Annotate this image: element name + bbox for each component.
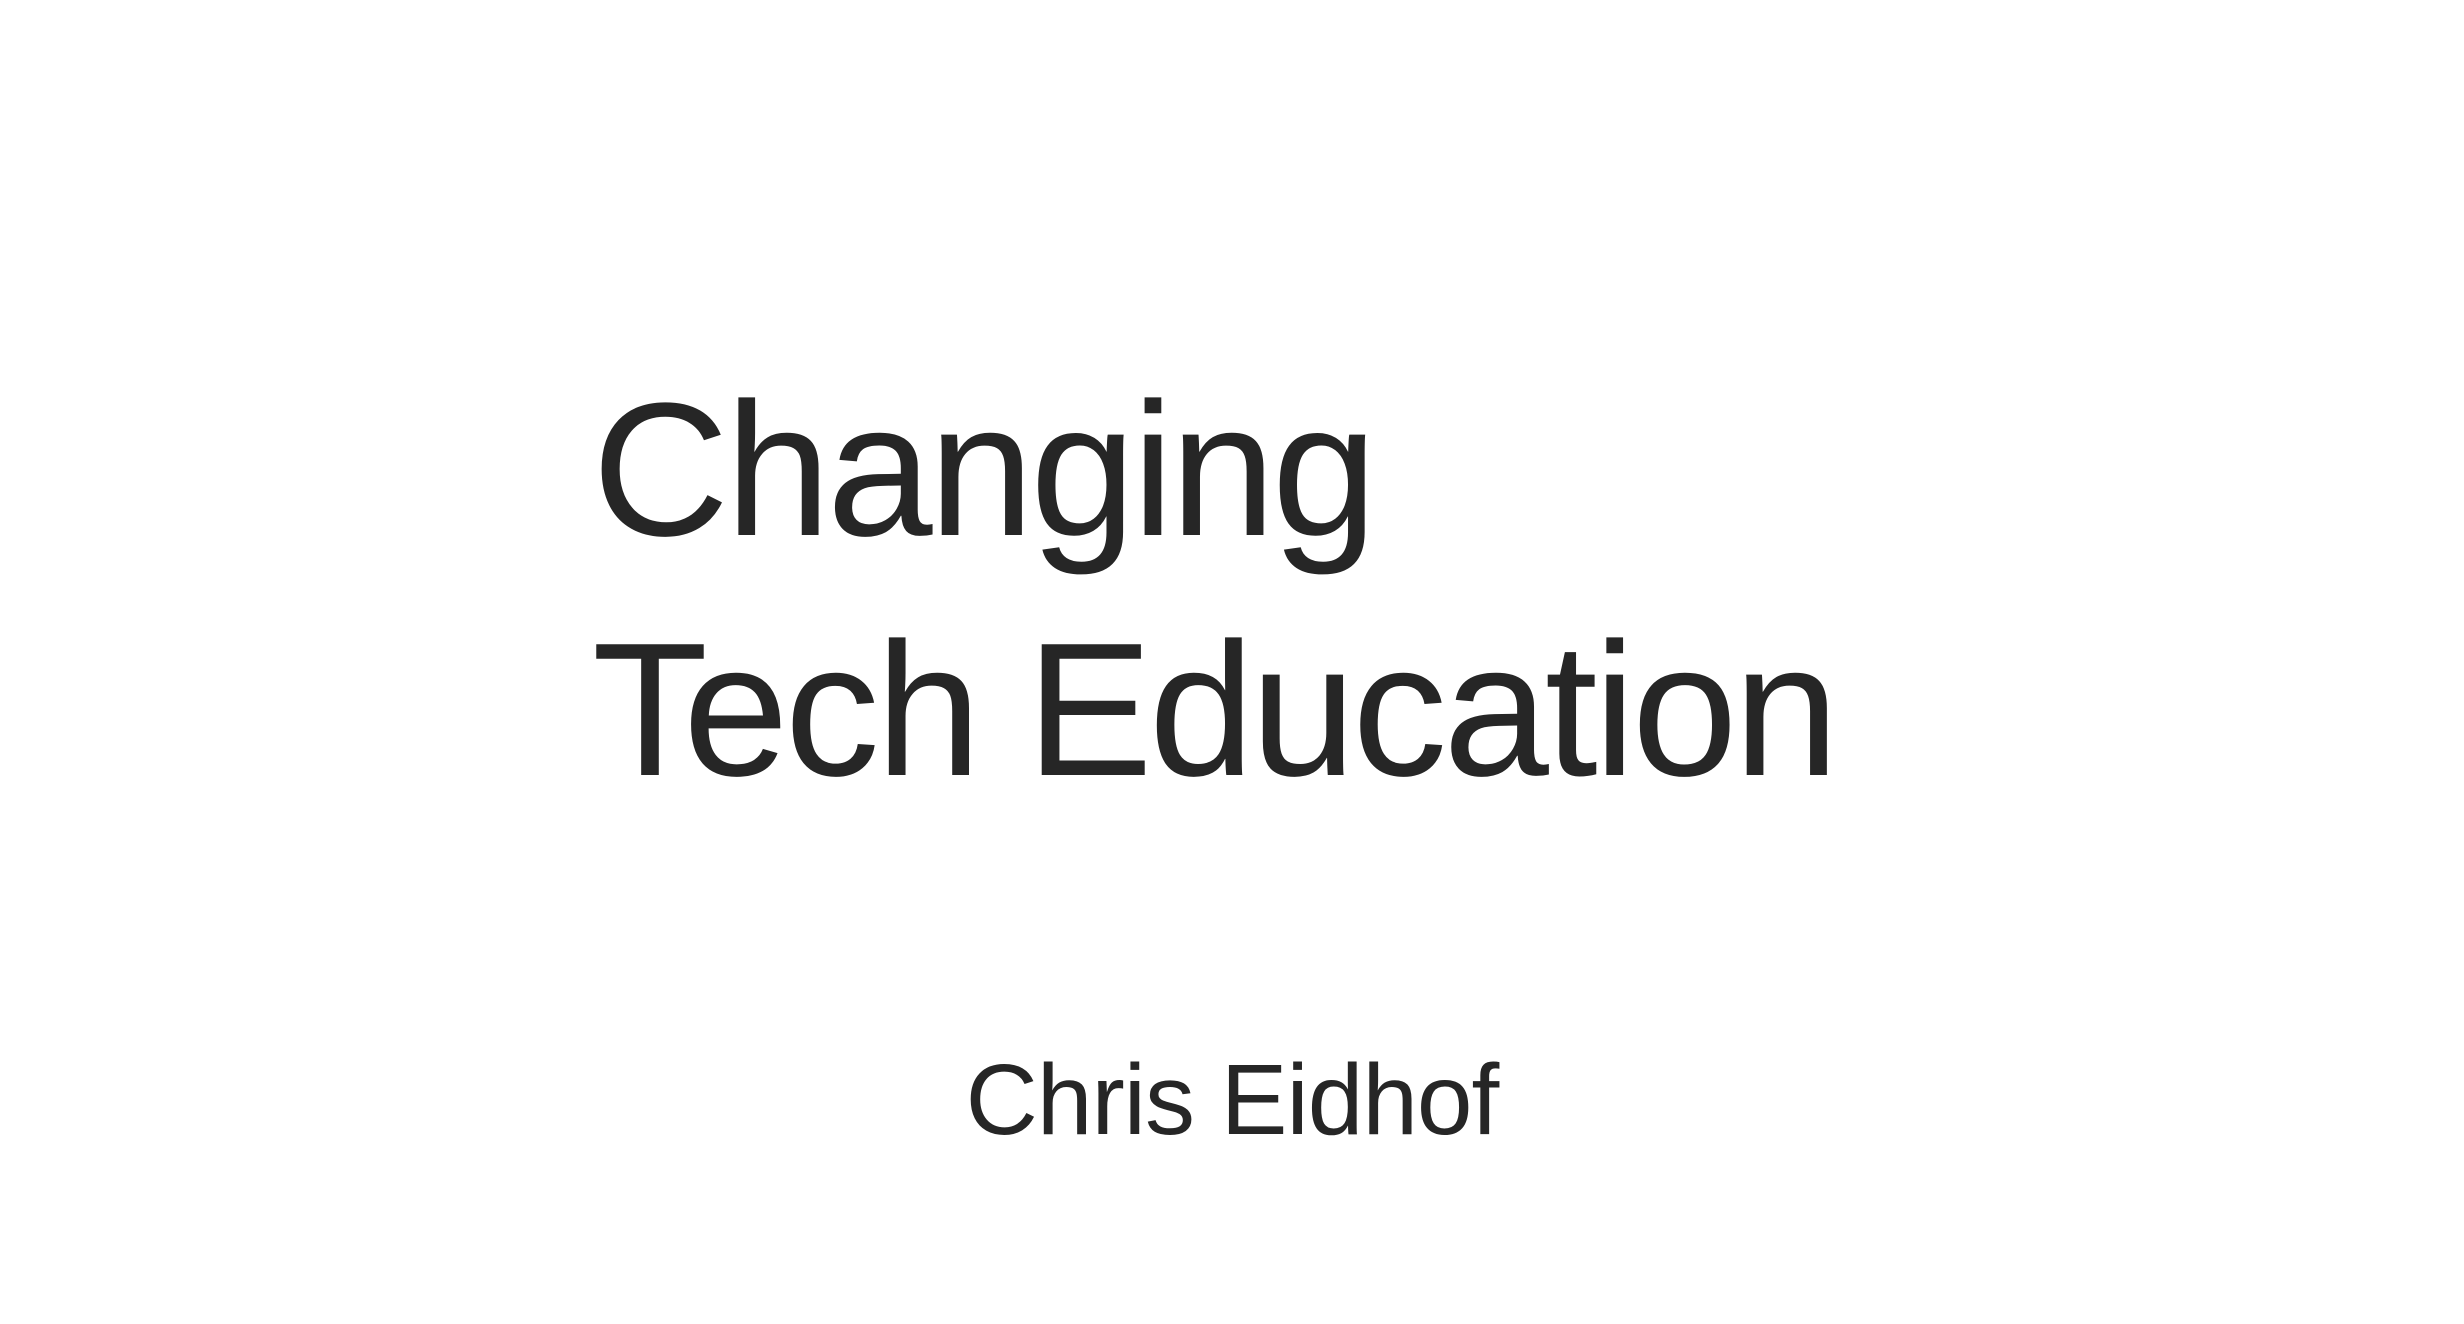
presentation-slide: Changing Tech Education Chris Eidhof <box>0 0 2464 1324</box>
slide-title-line-1: Changing <box>592 364 1377 576</box>
slide-title-line-2: Tech Education <box>592 604 1839 816</box>
slide-author: Chris Eidhof <box>965 1044 1500 1156</box>
slide-title: Changing Tech Education <box>592 350 1839 830</box>
